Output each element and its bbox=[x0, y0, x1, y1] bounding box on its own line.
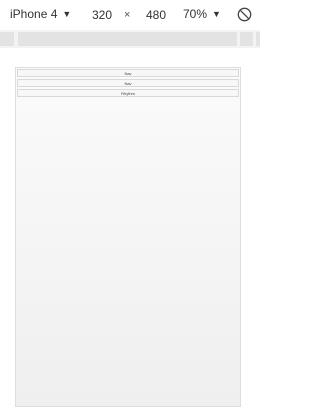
chevron-down-icon: ▼ bbox=[62, 9, 72, 19]
device-toolbar: iPhone 4 ▼ 320 × 480 70% ▼ bbox=[0, 0, 260, 30]
width-input[interactable]: 320 bbox=[92, 8, 112, 22]
device-viewport: Nav Nav Rhythm bbox=[15, 67, 241, 407]
zoom-dropdown[interactable]: 70% ▼ bbox=[183, 7, 221, 21]
device-dropdown[interactable]: iPhone 4 ▼ bbox=[10, 7, 71, 21]
media-query-segment[interactable] bbox=[256, 32, 260, 46]
page-row[interactable]: Nav bbox=[17, 69, 239, 77]
page-row[interactable]: Nav bbox=[17, 79, 239, 87]
height-input[interactable]: 480 bbox=[146, 8, 166, 22]
dimension-separator: × bbox=[124, 9, 131, 21]
media-query-segment[interactable] bbox=[18, 32, 237, 46]
media-query-bar bbox=[0, 30, 260, 48]
media-query-segment[interactable] bbox=[0, 32, 14, 46]
rotate-icon[interactable] bbox=[237, 7, 252, 22]
media-query-segment[interactable] bbox=[240, 32, 253, 46]
page-row[interactable]: Rhythm bbox=[17, 89, 239, 97]
zoom-level: 70% bbox=[183, 7, 208, 21]
device-name: iPhone 4 bbox=[10, 7, 58, 21]
chevron-down-icon: ▼ bbox=[212, 9, 221, 19]
